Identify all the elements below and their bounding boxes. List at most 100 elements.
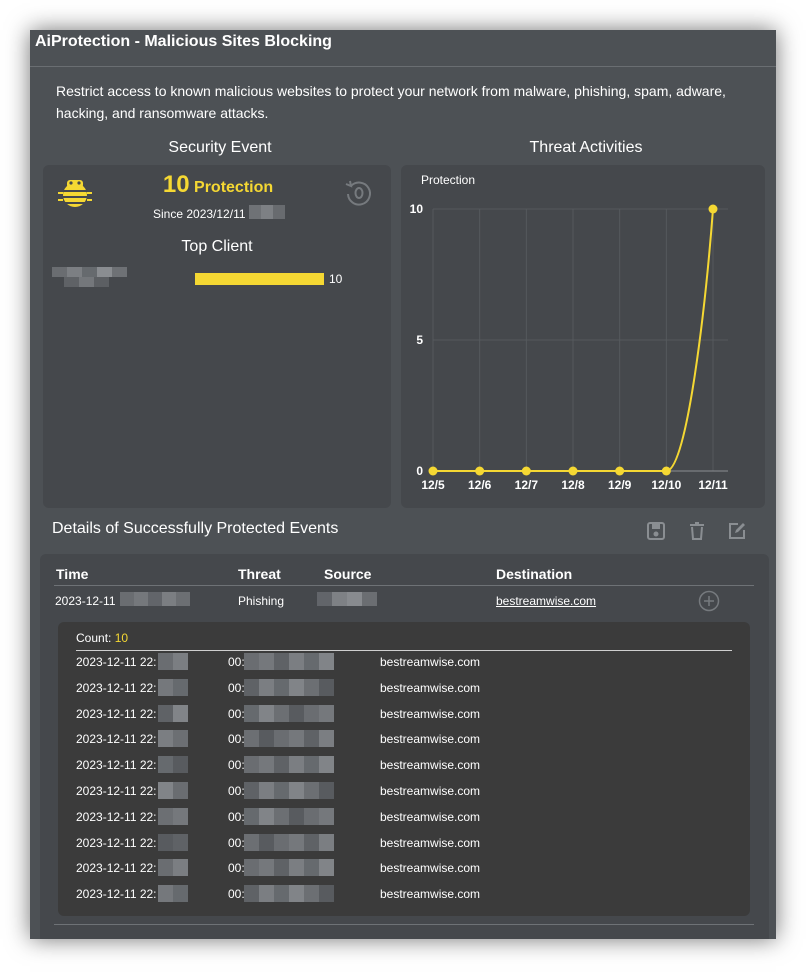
security-event-heading: Security Event bbox=[168, 139, 272, 156]
threat-activities-heading: Threat Activities bbox=[529, 139, 643, 156]
event-divider bbox=[76, 650, 732, 651]
event-time: 2023-12-11 22: bbox=[76, 706, 157, 721]
redacted-event-time bbox=[158, 859, 188, 877]
event-time: 2023-12-11 22: bbox=[76, 887, 157, 902]
protection-count-label: Protection bbox=[194, 179, 274, 196]
chart-data-point bbox=[615, 466, 625, 476]
chart-data-point bbox=[475, 466, 485, 476]
trash-icon[interactable] bbox=[687, 521, 707, 541]
event-source: 00: bbox=[228, 784, 245, 798]
redacted-event-source bbox=[244, 653, 334, 670]
details-panel: Time Threat Source Destination 2023-12-1… bbox=[40, 554, 769, 939]
column-destination: Destination bbox=[496, 566, 573, 582]
redacted-event-time bbox=[158, 704, 188, 722]
chart-y-tick-label: 5 bbox=[416, 333, 423, 347]
table-bottom-divider bbox=[54, 924, 754, 925]
threat-activities-chart: Protection 0 5 10 12/5 12/6 12/7 12/8 12/9 12/10… bbox=[410, 173, 728, 492]
chart-x-tick-label: 12/10 bbox=[651, 478, 681, 492]
event-destination: bestreamwise.com bbox=[380, 835, 481, 850]
redacted-row-source bbox=[317, 592, 377, 606]
redacted-event-time bbox=[158, 885, 188, 903]
threat-activities-panel: Protection 0 5 10 12/5 12/6 12/7 12/8 12/9 12/10… bbox=[401, 165, 765, 508]
redacted-event-time bbox=[158, 730, 188, 748]
protection-count: 10 Protection bbox=[143, 171, 293, 199]
event-row: 2023-12-11 22: 00: bestreamwise.com bbox=[58, 782, 748, 810]
redacted-event-time bbox=[158, 782, 188, 799]
redacted-event-time bbox=[158, 833, 188, 851]
edit-icon[interactable] bbox=[727, 521, 747, 541]
event-source: 00: bbox=[228, 887, 245, 902]
redacted-top-client bbox=[52, 267, 127, 287]
redacted-event-time bbox=[158, 653, 188, 670]
event-row: 2023-12-11 22: 00: bestreamwise.com bbox=[58, 833, 748, 862]
chart-data-point bbox=[521, 466, 531, 476]
reset-history-icon[interactable] bbox=[343, 178, 373, 208]
event-row: 2023-12-11 22: 00: bestreamwise.com bbox=[58, 678, 748, 707]
event-row: 2023-12-11 22: 00: bestreamwise.com bbox=[58, 859, 748, 887]
chart-data-point bbox=[428, 466, 438, 476]
chart-x-tick-label: 12/7 bbox=[515, 478, 539, 492]
event-count: Count: 10 bbox=[76, 631, 128, 645]
redacted-event-source bbox=[244, 756, 334, 774]
row-threat: Phishing bbox=[238, 594, 285, 608]
event-destination: bestreamwise.com bbox=[380, 655, 481, 669]
redacted-event-time bbox=[158, 807, 188, 825]
top-client-value: 10 bbox=[329, 272, 343, 286]
redacted-event-source bbox=[244, 807, 334, 825]
event-destination: bestreamwise.com bbox=[380, 861, 481, 876]
event-destination: bestreamwise.com bbox=[380, 809, 481, 824]
column-source: Source bbox=[324, 566, 372, 582]
chart-x-tick-label: 12/9 bbox=[608, 478, 632, 492]
redacted-event-source bbox=[244, 704, 334, 722]
column-time: Time bbox=[56, 566, 89, 582]
chart-legend-label: Protection bbox=[421, 173, 475, 187]
event-time: 2023-12-11 22: bbox=[76, 680, 157, 695]
expand-plus-icon[interactable] bbox=[698, 590, 720, 612]
event-destination: bestreamwise.com bbox=[380, 758, 481, 773]
since-date: Since 2023/12/11 bbox=[153, 207, 246, 221]
event-source: 00: bbox=[228, 835, 245, 850]
chart-data-point bbox=[708, 204, 718, 214]
event-destination: bestreamwise.com bbox=[380, 784, 481, 798]
event-destination: bestreamwise.com bbox=[380, 680, 481, 695]
event-destination: bestreamwise.com bbox=[380, 706, 481, 721]
row-time: 2023-12-11 bbox=[55, 594, 116, 608]
redacted-event-source bbox=[244, 730, 334, 748]
event-destination: bestreamwise.com bbox=[380, 732, 481, 747]
redacted-event-source bbox=[244, 859, 334, 877]
security-event-panel: 10 Protection Since 2023/12/11 Top Clien… bbox=[43, 165, 391, 508]
event-source: 00: bbox=[228, 861, 245, 876]
event-row: 2023-12-11 22: 00: bestreamwise.com bbox=[58, 807, 748, 836]
column-threat: Threat bbox=[238, 566, 281, 582]
aiprotection-window: AiProtection - Malicious Sites Blocking … bbox=[30, 30, 776, 939]
redacted-row-time bbox=[120, 592, 190, 606]
event-source: 00: bbox=[228, 706, 245, 721]
chart-x-tick-label: 12/11 bbox=[698, 478, 728, 492]
redacted-event-time bbox=[158, 756, 188, 774]
event-row: 2023-12-11 22: 00: bestreamwise.com bbox=[58, 704, 748, 733]
redacted-event-source bbox=[244, 833, 334, 851]
event-count-value: 10 bbox=[114, 631, 129, 645]
event-source: 00: bbox=[228, 732, 245, 747]
protection-count-value: 10 bbox=[162, 171, 190, 198]
event-time: 2023-12-11 22: bbox=[76, 809, 157, 824]
row-destination-link[interactable]: bestreamwise.com bbox=[496, 594, 596, 608]
event-row: 2023-12-11 22: 00: bestreamwise.com bbox=[58, 756, 748, 784]
event-time: 2023-12-11 22: bbox=[76, 784, 157, 798]
save-icon[interactable] bbox=[646, 521, 666, 541]
event-row: 2023-12-11 22: 00: bestreamwise.com bbox=[58, 885, 748, 913]
chart-x-tick-label: 12/8 bbox=[561, 478, 585, 492]
event-time: 2023-12-11 22: bbox=[76, 861, 157, 876]
chart-x-tick-label: 12/5 bbox=[421, 478, 445, 492]
top-client-heading: Top Client bbox=[181, 238, 253, 255]
chart-data-point bbox=[568, 466, 578, 476]
event-count-label: Count: bbox=[76, 631, 112, 645]
window-title: AiProtection - Malicious Sites Blocking bbox=[30, 30, 776, 67]
bug-icon bbox=[57, 175, 93, 211]
event-destination: bestreamwise.com bbox=[380, 887, 481, 902]
redacted-event-time bbox=[158, 678, 188, 696]
redacted-since-time bbox=[249, 205, 285, 219]
event-source: 00: bbox=[228, 758, 245, 773]
event-source: 00: bbox=[228, 809, 245, 824]
redacted-event-source bbox=[244, 782, 334, 799]
